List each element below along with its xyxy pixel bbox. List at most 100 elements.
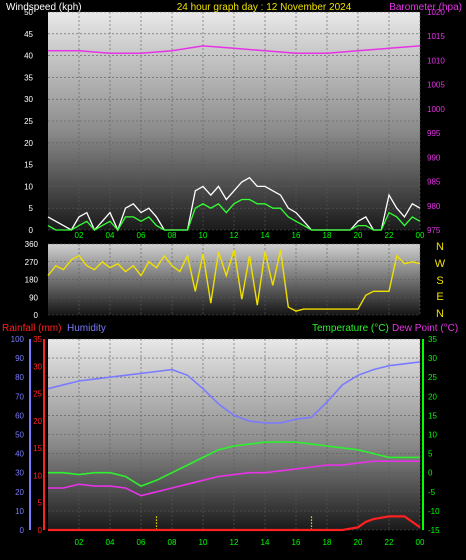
humidity-tick-label: 20 (15, 488, 24, 497)
x-tick-label: 06 (137, 538, 146, 547)
wind-tick-label: 30 (24, 95, 33, 104)
x-tick-label: 08 (168, 231, 177, 240)
rainfall-tick-label: 30 (33, 362, 42, 371)
x-tick-label: 18 (323, 231, 332, 240)
panel-wind: 05101520253035404550 9759809859909951000… (24, 8, 445, 240)
x-tick-label: 04 (106, 231, 115, 240)
pressure-tick-label: 1005 (427, 81, 445, 90)
humidity-tick-label: 40 (15, 450, 24, 459)
wind-axis-ticks: 05101520253035404550 (24, 8, 33, 235)
humidity-tick-label: 70 (15, 392, 24, 401)
pressure-tick-label: 1015 (427, 32, 445, 41)
x-tick-label: 10 (199, 538, 208, 547)
x-tick-label: 16 (292, 538, 301, 547)
rainfall-tick-label: 25 (33, 390, 42, 399)
x-tick-label: 00 (416, 538, 425, 547)
header-left: Windspeed (kph) (6, 2, 82, 13)
x-tick-label: 12 (230, 538, 239, 547)
dir-label-n-bottom: N (436, 308, 444, 320)
temperature-tick-label: 10 (428, 431, 437, 440)
dir-label-s: S (436, 275, 443, 287)
rainfall-tick-label: 35 (33, 335, 42, 344)
direction-tick-label: 270 (25, 258, 39, 267)
x-tick-label: 00 (416, 231, 425, 240)
humidity-tick-label: 0 (20, 526, 25, 535)
direction-tick-label: 90 (29, 293, 38, 302)
x-tick-label: 22 (385, 538, 394, 547)
humidity-tick-label: 50 (15, 431, 24, 440)
x-tick-label: 22 (385, 231, 394, 240)
x-tick-label: 16 (292, 231, 301, 240)
humidity-tick-label: 60 (15, 411, 24, 420)
direction-tick-label: 0 (34, 311, 39, 320)
temperature-tick-label: 25 (428, 373, 437, 382)
p3-header-dew: Dew Point (°C) (392, 323, 458, 334)
rainfall-axis-ticks: 0 5 10 15 20 25 30 35 (33, 335, 42, 535)
panel-wind-xaxis: 02 04 06 08 10 12 14 16 18 20 22 00 (75, 231, 425, 240)
rainfall-tick-label: 0 (38, 526, 43, 535)
x-tick-label: 12 (230, 231, 239, 240)
temperature-axis-ticks: -15 -10 -5 0 5 10 15 20 25 30 35 (428, 335, 440, 535)
wind-tick-label: 20 (24, 139, 33, 148)
rainfall-tick-label: 5 (38, 499, 43, 508)
temperature-tick-label: -15 (428, 526, 440, 535)
pressure-tick-label: 1010 (427, 56, 445, 65)
pressure-tick-label: 990 (427, 153, 441, 162)
temperature-tick-label: 5 (428, 450, 433, 459)
wind-tick-label: 45 (24, 30, 33, 39)
wind-tick-label: 35 (24, 73, 33, 82)
header-center: 24 hour graph day : 12 November 2024 (177, 2, 352, 13)
temperature-tick-label: -10 (428, 507, 440, 516)
p3-header-rain: Rainfall (mm) (2, 323, 61, 334)
wind-tick-label: 5 (29, 204, 34, 213)
temperature-tick-label: 15 (428, 411, 437, 420)
rainfall-tick-label: 15 (33, 444, 42, 453)
pressure-axis-ticks: 97598098599099510001005101010151020 (427, 8, 445, 235)
dir-label-n-top: N (436, 241, 444, 253)
direction-tick-label: 360 (25, 240, 39, 249)
x-tick-label: 02 (75, 231, 84, 240)
weather-graph: 05101520253035404550 9759809859909951000… (2, 2, 462, 547)
x-tick-label: 18 (323, 538, 332, 547)
wind-tick-label: 15 (24, 161, 33, 170)
x-tick-label: 08 (168, 538, 177, 547)
x-tick-label: 20 (354, 538, 363, 547)
direction-tick-label: 180 (25, 276, 39, 285)
p3-header-temp: Temperature (°C) (312, 323, 389, 334)
panel-temp: 0102030405060708090100 05101520253035 -1… (11, 335, 440, 547)
temperature-tick-label: 30 (428, 354, 437, 363)
rainfall-tick-label: 10 (33, 471, 42, 480)
panel-direction: 0 90 180 270 360 (25, 240, 421, 320)
pressure-tick-label: 995 (427, 129, 441, 138)
humidity-tick-label: 30 (15, 469, 24, 478)
temperature-tick-label: 20 (428, 392, 437, 401)
wind-tick-label: 25 (24, 117, 33, 126)
humidity-axis-ticks: 0 10 20 30 40 50 60 70 80 90 100 (11, 335, 25, 535)
humidity-tick-label: 10 (15, 507, 24, 516)
wind-tick-label: 0 (29, 226, 34, 235)
temperature-tick-label: -5 (428, 488, 436, 497)
pressure-tick-label: 980 (427, 202, 441, 211)
panel-temp-xaxis: 02 04 06 08 10 12 14 16 18 20 22 00 (75, 538, 425, 547)
pressure-tick-label: 975 (427, 226, 441, 235)
x-tick-label: 02 (75, 538, 84, 547)
wind-tick-label: 10 (24, 182, 33, 191)
dir-label-e: E (436, 291, 443, 303)
humidity-tick-label: 80 (15, 373, 24, 382)
pressure-tick-label: 1000 (427, 105, 445, 114)
dir-label-w: W (435, 258, 446, 270)
temperature-tick-label: 35 (428, 335, 437, 344)
x-tick-label: 06 (137, 231, 146, 240)
x-tick-label: 04 (106, 538, 115, 547)
p3-header-hum: Humidity (67, 323, 106, 334)
humidity-tick-label: 90 (15, 354, 24, 363)
temperature-tick-label: 0 (428, 469, 433, 478)
direction-axis-ticks: 0 90 180 270 360 (25, 240, 39, 320)
x-tick-label: 14 (261, 231, 270, 240)
wind-tick-label: 40 (24, 52, 33, 61)
x-tick-label: 10 (199, 231, 208, 240)
x-tick-label: 14 (261, 538, 270, 547)
humidity-tick-label: 100 (11, 335, 25, 344)
x-tick-label: 20 (354, 231, 363, 240)
rainfall-tick-label: 20 (33, 417, 42, 426)
